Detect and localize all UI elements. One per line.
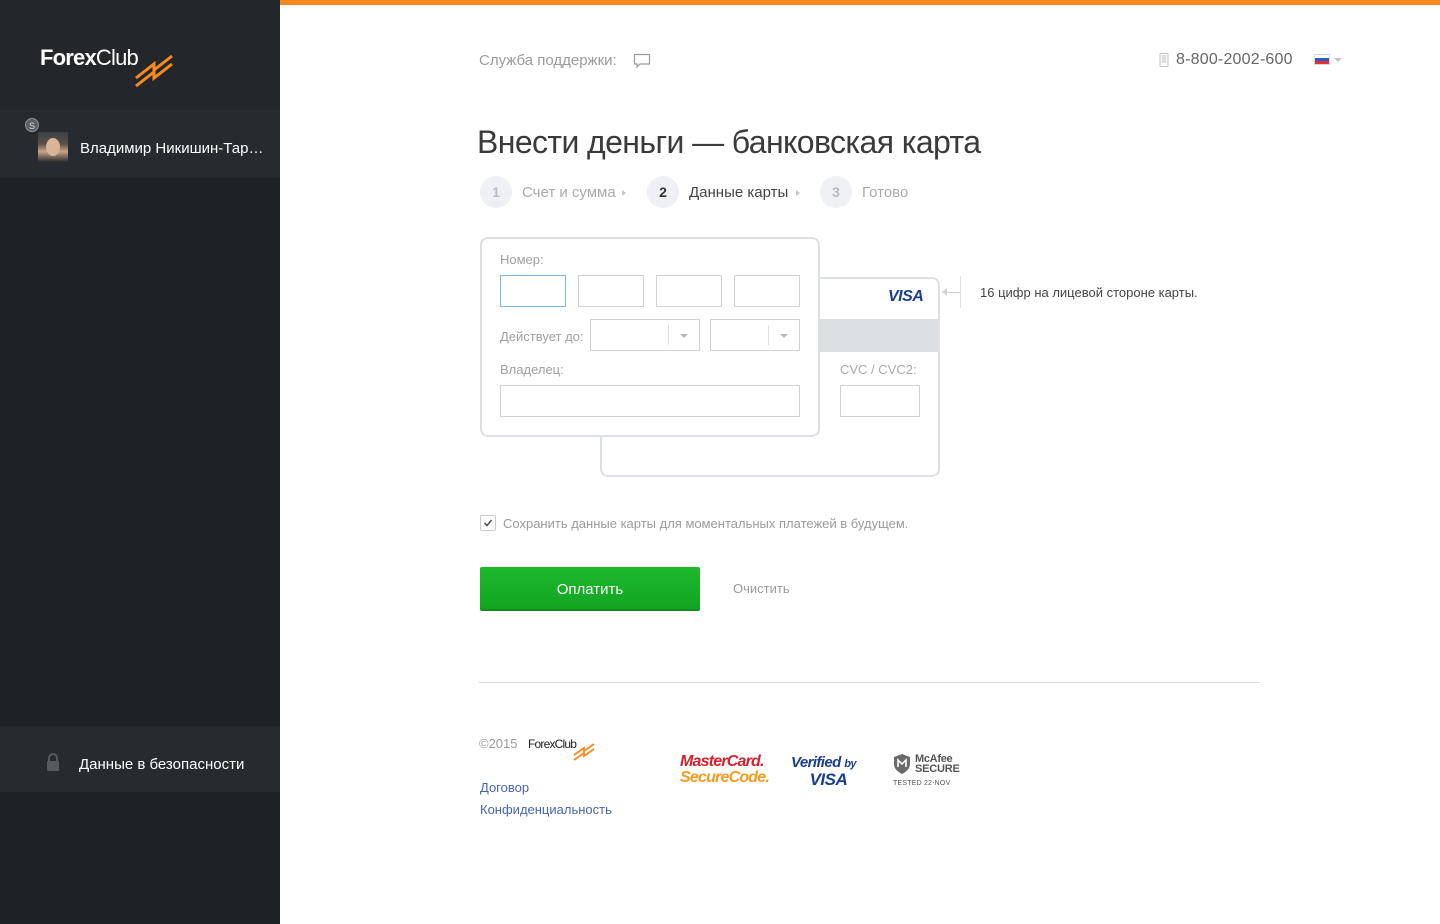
hint-divider (960, 276, 961, 308)
card-number-field-3[interactable] (656, 275, 722, 307)
step-number: 3 (820, 176, 852, 208)
save-card-label[interactable]: Сохранить данные карты для моментальных … (503, 516, 908, 531)
step-number: 1 (480, 176, 512, 208)
shield-icon (894, 754, 910, 774)
magnetic-stripe (818, 319, 938, 352)
mastercard-securecode-badge: MasterCard. SecureCode. (680, 753, 770, 786)
step-label: Счет и сумма (522, 184, 616, 201)
pay-button[interactable]: Оплатить (480, 567, 700, 611)
user-avatar[interactable] (38, 132, 68, 162)
forexclub-logo-mark-icon (135, 54, 173, 88)
forexclub-logo[interactable]: ForexClub (40, 45, 139, 71)
save-card-checkbox[interactable] (480, 515, 496, 531)
checkmark-icon (483, 519, 493, 527)
chevron-down-icon[interactable] (1334, 58, 1342, 62)
top-accent-bar (280, 0, 1440, 5)
expiry-month-select[interactable] (590, 319, 700, 351)
footer-link-privacy[interactable]: Конфиденциальность (480, 802, 612, 817)
expiry-label: Действует до: (500, 329, 584, 344)
expiry-year-select[interactable] (710, 319, 800, 351)
owner-label: Владелец: (500, 362, 564, 377)
card-number-field-4[interactable] (734, 275, 800, 307)
step-number: 2 (647, 176, 679, 208)
step-arrow-icon (796, 190, 800, 196)
card-number-label: Номер: (500, 252, 544, 267)
user-status-badge: S (25, 118, 39, 132)
chat-icon[interactable] (633, 53, 651, 69)
chevron-down-icon (780, 334, 788, 338)
visa-logo: VISA (888, 288, 924, 305)
card-number-hint: 16 цифр на лицевой стороне карты. (980, 285, 1198, 300)
flag-ru-icon[interactable] (1314, 54, 1330, 65)
card-number-field-1[interactable] (500, 275, 566, 307)
hint-line (942, 292, 960, 293)
cvc-label: CVC / CVC2: (840, 362, 917, 377)
secure-label: Данные в безопасности (79, 756, 245, 773)
step-label: Готово (862, 184, 909, 201)
chevron-down-icon (680, 334, 688, 338)
lock-icon (47, 753, 59, 771)
footer-divider (479, 682, 1260, 683)
step-label: Данные карты (689, 184, 789, 201)
clear-link[interactable]: Очистить (733, 581, 790, 596)
verified-by-visa-badge: Verified by VISA (791, 754, 856, 789)
page-title: Внести деньги — банковская карта (477, 124, 981, 160)
card-owner-input[interactable] (500, 385, 800, 417)
footer-logo: ForexClub (528, 737, 577, 751)
card-number-field-2[interactable] (578, 275, 644, 307)
footer-link-contract[interactable]: Договор (480, 780, 529, 795)
phone-icon (1159, 53, 1169, 67)
copyright: ©2015 (479, 736, 518, 751)
forexclub-logo-mark-icon (573, 743, 595, 761)
support-phone[interactable]: 8-800-2002-600 (1176, 51, 1293, 69)
cvc-input[interactable] (840, 385, 920, 417)
step-arrow-icon (622, 190, 626, 196)
support-label: Служба поддержки: (479, 52, 617, 69)
user-name[interactable]: Владимир Никишин-Тарасов (80, 140, 265, 157)
